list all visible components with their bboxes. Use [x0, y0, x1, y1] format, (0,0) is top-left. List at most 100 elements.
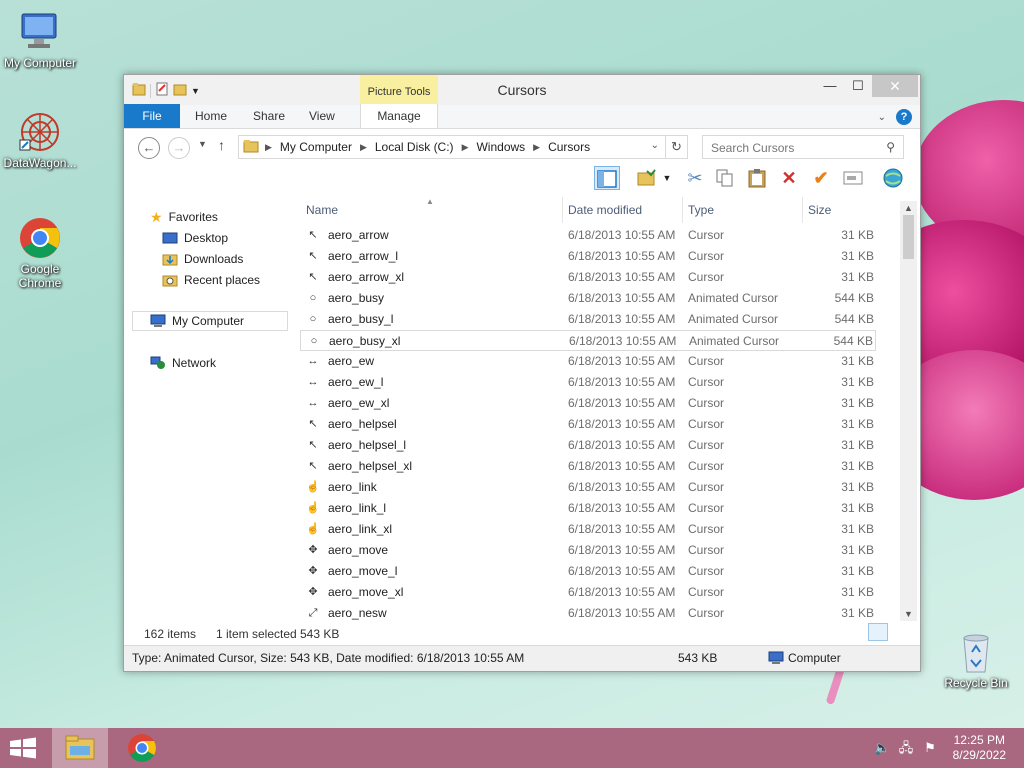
file-name: aero_link_xl [328, 522, 393, 536]
column-header-size[interactable]: Size [808, 203, 831, 223]
minimize-button[interactable]: — [816, 75, 844, 97]
address-bar[interactable]: ▶ My Computer ▶ Local Disk (C:) ▶ Window… [238, 135, 688, 159]
column-header-type[interactable]: Type [688, 203, 714, 223]
desktop-icon-my-computer[interactable]: My Computer [0, 10, 80, 70]
scroll-down-arrow[interactable]: ▼ [900, 609, 917, 619]
file-name: aero_busy_xl [329, 334, 401, 348]
help-icon[interactable]: ? [896, 109, 912, 125]
taskbar-file-explorer[interactable] [52, 728, 108, 768]
tab-home[interactable]: Home [180, 104, 238, 128]
table-row[interactable]: ✥ aero_move_xl 6/18/2013 10:55 AM Cursor 31 … [300, 582, 876, 603]
volume-muted-icon[interactable]: 🔈 [874, 740, 890, 756]
paste-icon[interactable] [744, 166, 770, 190]
column-header-date[interactable]: Date modified [568, 203, 642, 223]
file-size: 31 KB [841, 543, 874, 557]
table-row[interactable]: ☝ aero_link 6/18/2013 10:55 AM Cursor 31 KB [300, 477, 876, 498]
ribbon-expand-icon[interactable]: ⌄ [878, 112, 886, 123]
table-row[interactable]: ↖ aero_arrow 6/18/2013 10:55 AM Cursor 31 KB [300, 225, 876, 246]
up-button[interactable]: ↑ [218, 137, 225, 153]
address-dropdown-icon[interactable]: ⌄ [651, 140, 659, 151]
command-toolbar: ▼ ✂ ✕ ✔ [124, 163, 920, 193]
file-date: 6/18/2013 10:55 AM [568, 522, 676, 536]
table-row[interactable]: ↖ aero_helpsel_xl 6/18/2013 10:55 AM Cursor… [300, 456, 876, 477]
table-row[interactable]: ○ aero_busy_l 6/18/2013 10:55 AM Animated C… [300, 309, 876, 330]
file-type: Animated Cursor [689, 334, 780, 348]
table-row[interactable]: ↖ aero_arrow_xl 6/18/2013 10:55 AM Cursor 31… [300, 267, 876, 288]
breadcrumb-windows[interactable]: Windows [476, 140, 525, 154]
scroll-thumb[interactable] [903, 215, 914, 259]
recent-locations-icon[interactable]: ▼ [198, 139, 207, 149]
table-row[interactable]: ☝ aero_link_xl 6/18/2013 10:55 AM Cursor 31 … [300, 519, 876, 540]
table-row[interactable]: ✥ aero_move_l 6/18/2013 10:55 AM Cursor 31 K… [300, 561, 876, 582]
copy-icon[interactable] [712, 166, 738, 190]
refresh-icon[interactable]: ↻ [665, 136, 687, 158]
tab-view[interactable]: View [294, 104, 360, 128]
details-view-icon[interactable] [868, 623, 888, 641]
delete-icon[interactable]: ✕ [776, 166, 802, 190]
table-row[interactable]: ○ aero_busy_xl 6/18/2013 10:55 AM Animated … [300, 330, 876, 351]
file-size: 544 KB [834, 312, 874, 326]
selection-count: 1 item selected [216, 627, 297, 641]
cursor-file-icon: ↔ [307, 397, 319, 409]
vertical-scrollbar[interactable]: ▲ ▼ [900, 201, 917, 621]
nav-recent-places[interactable]: Recent places [162, 270, 260, 290]
search-input[interactable]: Search Cursors ⚲ [702, 135, 904, 159]
file-date: 6/18/2013 10:55 AM [568, 312, 676, 326]
table-row[interactable]: ⤢ aero_nesw 6/18/2013 10:55 AM Cursor 31 KB [300, 603, 876, 623]
desktop-icon-chrome[interactable]: Google Chrome [0, 216, 80, 290]
breadcrumb-local-disk[interactable]: Local Disk (C:) [375, 140, 454, 154]
windows-start-icon[interactable] [8, 737, 38, 759]
clock[interactable]: 12:25 PM 8/29/2022 [953, 733, 1006, 763]
file-name: aero_arrow_l [328, 249, 399, 263]
table-row[interactable]: ↖ aero_helpsel_l 6/18/2013 10:55 AM Cursor 3… [300, 435, 876, 456]
rename-icon[interactable] [840, 166, 866, 190]
breadcrumb-my-computer[interactable]: My Computer [280, 140, 352, 154]
network-icon [150, 356, 166, 370]
nav-downloads[interactable]: Downloads [162, 249, 243, 269]
nav-label: Desktop [184, 231, 229, 245]
taskbar-chrome[interactable] [114, 728, 170, 768]
tab-share[interactable]: Share [238, 104, 294, 128]
table-row[interactable]: ↔ aero_ew_xl 6/18/2013 10:55 AM Cursor 31 KB [300, 393, 876, 414]
action-center-icon[interactable]: ⚑ [922, 740, 938, 756]
search-icon[interactable]: ⚲ [886, 140, 895, 154]
close-button[interactable]: ✕ [872, 75, 918, 97]
desktop-icon-label: My Computer [3, 56, 77, 70]
table-row[interactable]: ↔ aero_ew_l 6/18/2013 10:55 AM Cursor 31 KB [300, 372, 876, 393]
network-tray-icon[interactable]: 🖧 [898, 740, 914, 756]
table-row[interactable]: ☝ aero_link_l 6/18/2013 10:55 AM Cursor 31 K… [300, 498, 876, 519]
cut-icon[interactable]: ✂ [682, 166, 708, 190]
table-row[interactable]: ↖ aero_helpsel 6/18/2013 10:55 AM Cursor 31 … [300, 414, 876, 435]
cursor-file-icon: ☝ [306, 502, 320, 514]
back-button[interactable]: ← [138, 137, 160, 159]
nav-favorites[interactable]: ★ Favorites [150, 207, 218, 227]
checkmark-icon[interactable]: ✔ [808, 166, 834, 190]
desktop-icon-label: Recycle Bin [944, 676, 1008, 690]
nav-my-computer[interactable]: My Computer [132, 311, 288, 331]
globe-icon[interactable] [880, 166, 906, 190]
nav-desktop[interactable]: Desktop [162, 228, 228, 248]
table-row[interactable]: ○ aero_busy 6/18/2013 10:55 AM Animated Cur… [300, 288, 876, 309]
tab-manage[interactable]: Manage [360, 104, 438, 128]
file-type: Cursor [688, 522, 725, 536]
preview-pane-icon[interactable] [594, 166, 620, 190]
file-type: Animated Cursor [688, 312, 779, 326]
breadcrumb-cursors[interactable]: Cursors [548, 140, 590, 154]
column-header-name[interactable]: Name [306, 203, 338, 223]
large-icons-view-icon[interactable] [890, 623, 910, 641]
star-icon: ★ [150, 209, 163, 225]
table-row[interactable]: ✥ aero_move 6/18/2013 10:55 AM Cursor 31 KB [300, 540, 876, 561]
scroll-up-arrow[interactable]: ▲ [900, 203, 917, 213]
folder-options-icon[interactable] [634, 166, 660, 190]
options-dropdown-icon[interactable]: ▼ [660, 166, 674, 190]
desktop-icon-datawagon[interactable]: DataWagon... [0, 110, 80, 170]
desktop-icon-recycle-bin[interactable]: Recycle Bin [936, 630, 1016, 690]
tab-file[interactable]: File [124, 104, 180, 128]
table-row[interactable]: ↖ aero_arrow_l 6/18/2013 10:55 AM Cursor 31 … [300, 246, 876, 267]
file-size: 31 KB [841, 417, 874, 431]
maximize-button[interactable]: ☐ [844, 75, 872, 97]
table-row[interactable]: ↔ aero_ew 6/18/2013 10:55 AM Cursor 31 KB [300, 351, 876, 372]
forward-button[interactable]: → [168, 137, 190, 159]
file-date: 6/18/2013 10:55 AM [568, 543, 676, 557]
nav-network[interactable]: Network [150, 353, 216, 373]
